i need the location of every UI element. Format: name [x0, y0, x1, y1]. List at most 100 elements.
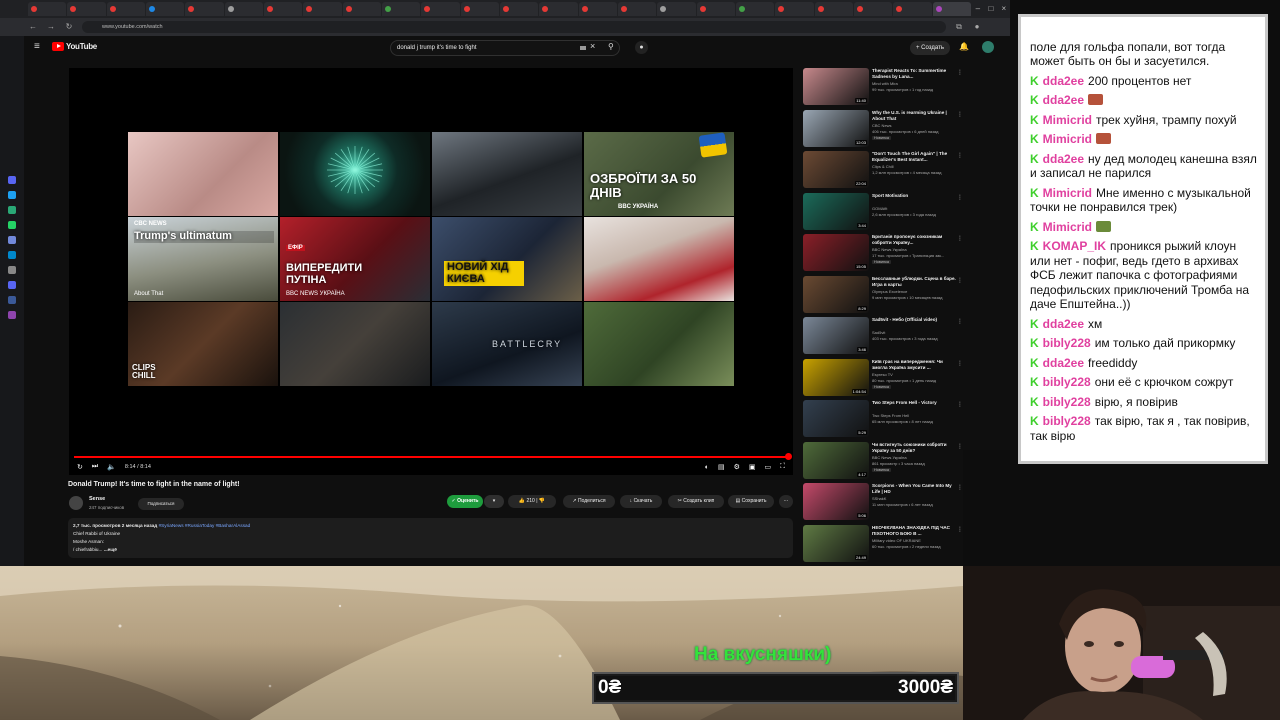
channel-avatar[interactable] [69, 496, 83, 510]
video-channel[interactable]: CBC News [872, 123, 892, 128]
video-channel[interactable]: SShakK [872, 496, 886, 501]
video-player[interactable]: ОЗБРОЇТИ ЗА 50 ДНІВ BBC УКРАЇНА Trump's ul… [69, 68, 793, 475]
subscribe-button[interactable]: Подписаться [138, 498, 184, 510]
browser-tab[interactable] [735, 2, 775, 16]
video-channel[interactable]: BBC News Україна [872, 247, 907, 252]
browser-tab[interactable] [539, 2, 578, 16]
theater-icon[interactable]: ▭ [764, 463, 771, 471]
endscreen-video[interactable] [280, 302, 430, 386]
next-icon[interactable]: ⏭ [92, 463, 98, 471]
menu-icon[interactable]: ≡ [34, 42, 44, 52]
video-menu-icon[interactable]: ⋮ [957, 401, 963, 408]
maximize-icon[interactable]: □ [985, 3, 997, 15]
endscreen-video[interactable]: BATTLECRY [432, 302, 582, 386]
youtube-logo[interactable]: YouTube [52, 42, 97, 51]
browser-tab[interactable] [578, 2, 617, 16]
sidebar-app-icon[interactable] [8, 251, 16, 259]
video-menu-icon[interactable]: ⋮ [957, 277, 963, 284]
browser-tab[interactable] [106, 2, 145, 16]
chat-username[interactable]: bibly228 [1043, 375, 1091, 389]
browser-tab[interactable] [775, 2, 814, 16]
video-channel[interactable]: GOMAfit [872, 206, 887, 211]
video-title[interactable]: НЕОЧІКУВАНА ЗНАХІДКА ПІД ЧАС ПІХОТНОГО Б… [872, 525, 956, 537]
browser-tab[interactable] [145, 2, 185, 16]
sidebar-app-icon[interactable] [8, 236, 16, 244]
avatar[interactable] [982, 41, 994, 53]
video-thumbnail[interactable]: 15:05 [803, 234, 869, 271]
mic-icon[interactable]: ● [635, 41, 648, 54]
video-menu-icon[interactable]: ⋮ [957, 152, 963, 159]
endscreen-video[interactable]: ВИПЕРЕДИТИ ПУТІНА ЕФІР BBC NEWS УКРАЇНА [280, 217, 430, 301]
back-icon[interactable]: ← [28, 22, 38, 32]
endscreen-video[interactable] [280, 132, 430, 216]
chat-username[interactable]: dda2ee [1043, 152, 1084, 166]
video-thumbnail[interactable]: 1:04:54 [803, 358, 869, 396]
video-thumbnail[interactable]: 22:04 [803, 151, 869, 188]
video-thumbnail[interactable]: 3:44 [803, 192, 869, 230]
endscreen-video[interactable] [584, 302, 734, 386]
video-menu-icon[interactable]: ⋮ [957, 318, 963, 325]
recommended-video[interactable]: 3:44 Sport Motivation GOMAfit 2,6 млн просм… [803, 192, 963, 233]
browser-tab[interactable] [28, 2, 67, 16]
video-thumbnail[interactable]: 12:03 [803, 109, 869, 147]
description-link[interactable]: / chiefrabbiu... [73, 547, 102, 552]
video-channel[interactable]: Clips & Chill [872, 164, 894, 169]
browser-tab[interactable] [303, 2, 342, 16]
endscreen-video[interactable]: Trump's ultimatum CBC NEWS About That [128, 217, 278, 301]
recommended-video[interactable]: 1:04:54 Київ грає на випередження: Чи змо… [803, 358, 963, 399]
sidebar-app-icon[interactable] [8, 281, 16, 289]
chat-username[interactable]: Mimicrid [1043, 220, 1092, 234]
browser-tab[interactable] [185, 2, 224, 16]
recommended-video[interactable]: 4:17 Чи встигнуть союзники озброїти Украї… [803, 441, 963, 482]
browser-tab[interactable] [342, 2, 381, 16]
download-button[interactable]: ↓ Скачать [620, 495, 662, 508]
sidebar-app-icon[interactable] [8, 221, 16, 229]
video-title[interactable]: Британія пропонує союзникам озброїти Укр… [872, 234, 956, 246]
video-thumbnail[interactable]: 11:40 [803, 68, 869, 105]
browser-tab[interactable] [460, 2, 499, 16]
video-menu-icon[interactable]: ⋮ [957, 443, 963, 450]
browser-tab[interactable] [421, 2, 460, 16]
volume-icon[interactable]: 🔈 [107, 463, 116, 471]
browser-tab[interactable] [853, 2, 893, 16]
chat-username[interactable]: bibly228 [1043, 336, 1091, 350]
reload-icon[interactable]: ↻ [64, 22, 74, 32]
video-menu-icon[interactable]: ⋮ [957, 235, 963, 242]
chat-username[interactable]: dda2ee [1043, 93, 1084, 107]
url-field[interactable]: www.youtube.com/watch [82, 21, 946, 33]
recommended-video[interactable]: 8:29 Бесславные ублюдки. Сцена в баре. Иг… [803, 275, 963, 316]
video-menu-icon[interactable]: ⋮ [957, 111, 963, 118]
share-button[interactable]: ↗ Поделиться [563, 495, 615, 508]
chat-username[interactable]: dda2ee [1043, 317, 1084, 331]
video-channel[interactable]: Olympus Excelence [872, 289, 907, 294]
close-icon[interactable]: × [998, 3, 1010, 15]
sidebar-app-icon[interactable] [8, 191, 16, 199]
clear-search-icon[interactable]: × [590, 41, 595, 51]
endscreen-video[interactable]: ОЗБРОЇТИ ЗА 50 ДНІВ BBC УКРАЇНА [584, 132, 734, 216]
video-title[interactable]: Two Steps From Hell - Victory [872, 400, 956, 406]
video-thumbnail[interactable]: 3:46 [803, 317, 869, 354]
endscreen-video[interactable] [584, 217, 734, 301]
create-button[interactable]: + Создать [910, 41, 950, 55]
browser-tab[interactable] [696, 2, 735, 16]
video-title[interactable]: Київ грає на випередження: Чи змогла Укр… [872, 359, 956, 371]
video-channel[interactable]: Military video OF UKRAINE [872, 538, 921, 543]
video-thumbnail[interactable]: 5:29 [803, 400, 869, 437]
chat-username[interactable]: bibly228 [1043, 414, 1091, 428]
browser-tab[interactable] [893, 2, 932, 16]
recommended-video[interactable]: 15:05 Британія пропонує союзникам озброїт… [803, 234, 963, 274]
video-title[interactable]: Why the U.S. is rearming Ukraine | About… [872, 110, 956, 122]
keyboard-icon[interactable] [580, 46, 586, 50]
video-thumbnail[interactable]: 4:17 [803, 441, 869, 479]
browser-tab[interactable] [224, 2, 263, 16]
sidebar-app-icon[interactable] [8, 266, 16, 274]
notifications-icon[interactable]: 🔔 [959, 42, 969, 51]
chat-username[interactable]: KOMAP_IK [1043, 239, 1106, 253]
replay-icon[interactable]: ↻ [77, 463, 83, 471]
chat-username[interactable]: Mimicrid [1043, 186, 1092, 200]
chat-username[interactable]: Mimicrid [1043, 113, 1092, 127]
recommended-video[interactable]: 22:04 "Don't Touch The Girl Again" | The … [803, 151, 963, 191]
channel-name[interactable]: Sense [89, 496, 105, 502]
endscreen-video[interactable]: CLIPS CHILL [128, 302, 278, 386]
video-title[interactable]: Scorpions - When You Came Into My Life |… [872, 483, 956, 495]
